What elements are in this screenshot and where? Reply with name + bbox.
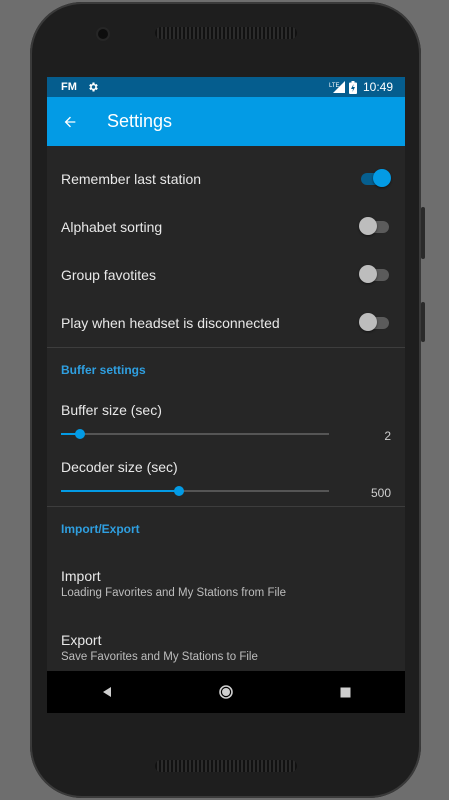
slider-value: 2 xyxy=(384,429,391,443)
setting-buffer-size: Buffer size (sec) 2 xyxy=(47,392,405,449)
export-item[interactable]: Export Save Favorites and My Stations to… xyxy=(47,615,405,679)
lte-signal-icon: LTE xyxy=(329,81,345,93)
setting-remember-last-station[interactable]: Remember last station xyxy=(47,155,405,203)
top-speaker xyxy=(155,27,297,39)
page-title: Settings xyxy=(107,111,173,131)
nav-back-button[interactable] xyxy=(77,671,137,713)
slider-value: 500 xyxy=(370,486,391,500)
buffer-size-slider[interactable] xyxy=(61,428,329,440)
setting-label: Alphabet sorting xyxy=(61,219,163,235)
import-item[interactable]: Import Loading Favorites and My Stations… xyxy=(47,551,405,615)
power-button xyxy=(421,302,425,342)
setting-decoder-size: Decoder size (sec) 500 xyxy=(47,449,405,506)
section-header-buffer: Buffer settings xyxy=(61,363,146,377)
toggle-switch[interactable] xyxy=(359,217,391,237)
toggle-switch[interactable] xyxy=(359,313,391,333)
app-badge: FM xyxy=(61,81,77,93)
status-bar: FM LTE 10:49 xyxy=(47,77,405,97)
gear-icon xyxy=(87,81,99,93)
section-header-import-export: Import/Export xyxy=(61,522,140,536)
navigation-bar xyxy=(47,671,405,713)
front-camera xyxy=(98,29,108,39)
setting-label: Group favotites xyxy=(61,267,156,283)
toggle-switch[interactable] xyxy=(359,169,391,189)
setting-play-when-headset-disconnected[interactable]: Play when headset is disconnected xyxy=(47,299,405,347)
item-subtitle: Loading Favorites and My Stations from F… xyxy=(61,586,286,599)
slider-label: Decoder size (sec) xyxy=(61,459,178,475)
settings-list: Remember last station Alphabet sorting G… xyxy=(47,146,405,679)
nav-home-button[interactable] xyxy=(196,671,256,713)
battery-charging-icon xyxy=(348,80,357,94)
item-title: Export xyxy=(61,631,102,648)
triangle-back-icon xyxy=(102,687,111,697)
setting-group-favorites[interactable]: Group favotites xyxy=(47,251,405,299)
volume-button xyxy=(421,207,425,259)
square-recents-icon xyxy=(340,687,351,697)
slider-label: Buffer size (sec) xyxy=(61,402,162,418)
app-bar: Settings xyxy=(47,97,405,146)
setting-alphabet-sorting[interactable]: Alphabet sorting xyxy=(47,203,405,251)
decoder-size-slider[interactable] xyxy=(61,485,329,497)
status-time: 10:49 xyxy=(362,80,393,94)
slider-thumb[interactable] xyxy=(173,486,184,496)
nav-recents-button[interactable] xyxy=(315,671,375,713)
arrow-back-icon xyxy=(64,116,76,127)
circle-home-icon xyxy=(219,685,233,699)
slider-thumb[interactable] xyxy=(74,429,85,439)
back-button[interactable] xyxy=(47,97,95,146)
toggle-switch[interactable] xyxy=(359,265,391,285)
setting-label: Remember last station xyxy=(61,171,202,187)
svg-text:LTE: LTE xyxy=(329,83,340,89)
bottom-speaker xyxy=(155,760,297,772)
item-title: Import xyxy=(61,567,101,584)
item-subtitle: Save Favorites and My Stations to File xyxy=(61,650,258,663)
screen: FM LTE 10:49 Settings Remember last stat… xyxy=(47,77,405,713)
setting-label: Play when headset is disconnected xyxy=(61,315,280,331)
